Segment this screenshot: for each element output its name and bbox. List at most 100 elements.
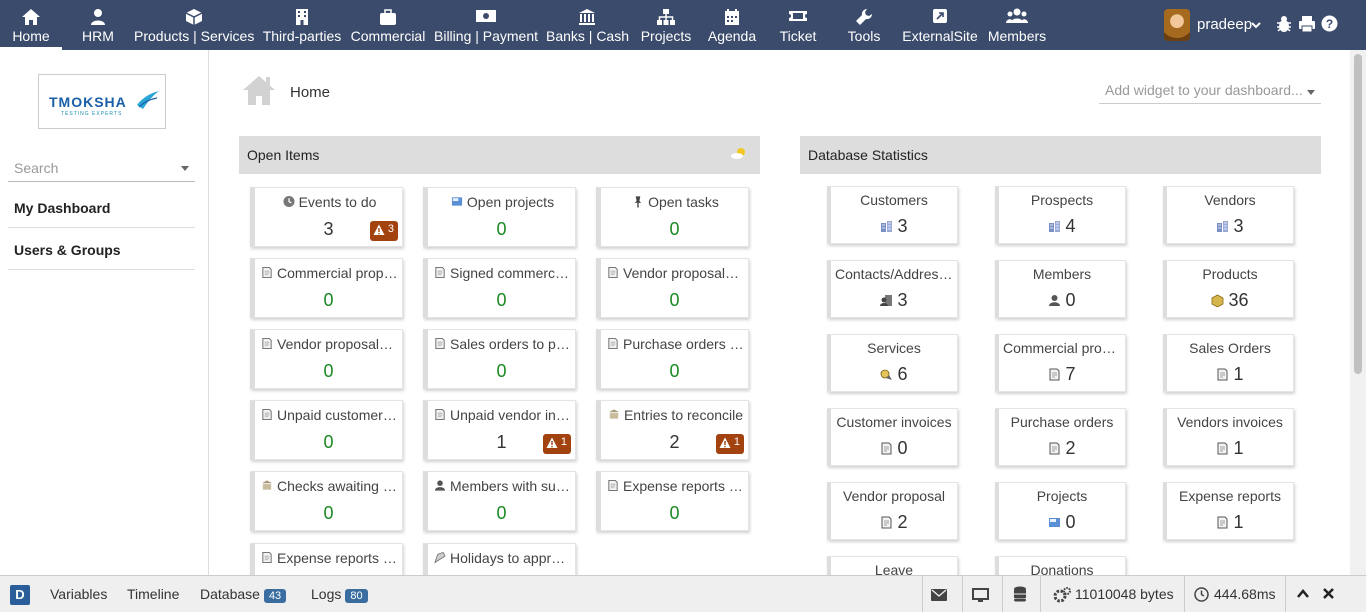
menu-third-parties[interactable]: Third-parties: [262, 0, 342, 50]
menu-billing-payment[interactable]: Billing | Payment: [434, 0, 538, 50]
box-value[interactable]: 0: [601, 219, 748, 240]
sidebar-item-my-dashboard[interactable]: My Dashboard: [8, 186, 195, 228]
menu-banks-cash[interactable]: Banks | Cash: [546, 0, 629, 50]
box-value[interactable]: 0: [255, 290, 402, 311]
box-label: Open tasks: [607, 194, 744, 210]
box-value[interactable]: 0: [428, 290, 575, 311]
warning-badge[interactable]: 1: [542, 434, 571, 454]
menu-tools[interactable]: Tools: [842, 0, 886, 50]
statistic-box[interactable]: Customer invoices 0: [827, 408, 958, 466]
debug-tab-timeline[interactable]: Timeline: [127, 586, 179, 602]
help-icon[interactable]: ?: [1321, 15, 1338, 32]
statistic-box[interactable]: Members 0: [995, 260, 1126, 318]
menu-label: Ticket: [779, 28, 817, 44]
menu-products-services[interactable]: Products | Services: [134, 0, 254, 50]
add-widget-select[interactable]: Add widget to your dashboard...: [1099, 80, 1321, 104]
open-item-box[interactable]: Events to do 3 3: [250, 187, 403, 247]
clock-icon: [1194, 587, 1209, 602]
box-value[interactable]: 0: [255, 432, 402, 453]
open-item-box[interactable]: Open projects 0: [423, 187, 576, 247]
divider: [1002, 576, 1003, 612]
svg-text:?: ?: [1326, 17, 1333, 31]
warning-badge[interactable]: 3: [369, 221, 398, 241]
open-item-box[interactable]: Sales orders to process 0: [423, 329, 576, 389]
open-item-box[interactable]: Vendor proposals to process 0: [596, 258, 749, 318]
box-value[interactable]: 0: [428, 503, 575, 524]
bug-icon[interactable]: [1276, 15, 1292, 33]
box-value[interactable]: 0: [255, 361, 402, 382]
doc-icon: [435, 337, 445, 350]
open-item-box[interactable]: Checks awaiting deposit 0: [250, 471, 403, 531]
logo-graphic: TMOKSHA TESTING EXPERTS: [49, 91, 159, 117]
open-item-box[interactable]: Signed commercial proposals to bill 0: [423, 258, 576, 318]
open-item-box[interactable]: Unpaid customer invoices 0: [250, 400, 403, 460]
menu-commercial[interactable]: Commercial: [350, 0, 426, 50]
debug-tab-variables[interactable]: Variables: [50, 586, 107, 602]
menu-ticket[interactable]: Ticket: [776, 0, 820, 50]
open-item-box[interactable]: Commercial proposals to be signed 0: [250, 258, 403, 318]
database-icon[interactable]: [1014, 586, 1026, 602]
statistic-box[interactable]: Purchase orders 2: [995, 408, 1126, 466]
scrollbar-thumb[interactable]: [1354, 54, 1362, 374]
box-value[interactable]: 0: [601, 290, 748, 311]
debug-tab-database[interactable]: Database 43: [200, 586, 287, 603]
box-value[interactable]: 0: [601, 503, 748, 524]
stat-label: Projects: [1036, 488, 1088, 504]
statistic-box[interactable]: Projects 0: [995, 482, 1126, 540]
statistic-box[interactable]: Vendors 3: [1163, 186, 1294, 244]
warning-icon: [719, 437, 731, 448]
box-value[interactable]: 0: [428, 219, 575, 240]
statistic-box[interactable]: Contacts/Addresses 3: [827, 260, 958, 318]
menu-label: Members: [987, 28, 1047, 44]
menu-home[interactable]: Home: [0, 0, 62, 50]
menu-projects[interactable]: Projects: [638, 0, 694, 50]
statistic-box[interactable]: Products 36: [1163, 260, 1294, 318]
invoice-icon: [1217, 442, 1228, 455]
statistic-box[interactable]: Customers 3: [827, 186, 958, 244]
open-item-box[interactable]: Vendor proposals to close 0: [250, 329, 403, 389]
box-value[interactable]: 0: [428, 361, 575, 382]
statistic-box[interactable]: Services 6: [827, 334, 958, 392]
chevron-up-icon[interactable]: [1297, 589, 1309, 598]
statistic-box[interactable]: Prospects 4: [995, 186, 1126, 244]
menu-label: Commercial: [350, 28, 426, 44]
stat-value: 0: [831, 438, 957, 459]
statistic-box[interactable]: Sales Orders 1: [1163, 334, 1294, 392]
wrench-icon: [856, 8, 873, 26]
search-input[interactable]: Search: [8, 154, 195, 182]
monitor-icon[interactable]: [972, 588, 989, 603]
stat-value: 7: [999, 364, 1125, 385]
page-scrollbar[interactable]: [1350, 50, 1366, 575]
open-item-box[interactable]: Entries to reconcile 2 1: [596, 400, 749, 460]
menu-externalsite[interactable]: ExternalSite: [900, 0, 980, 50]
box-label: Vendor proposals to close: [261, 336, 398, 352]
box-value[interactable]: 0: [255, 503, 402, 524]
open-item-box[interactable]: Members with subscription to renew 0: [423, 471, 576, 531]
company-logo[interactable]: TMOKSHA TESTING EXPERTS: [38, 74, 166, 129]
statistic-box[interactable]: Expense reports 1: [1163, 482, 1294, 540]
menu-agenda[interactable]: Agenda: [706, 0, 758, 50]
statistic-box[interactable]: Vendors invoices 1: [1163, 408, 1294, 466]
box-label: Unpaid customer invoices: [261, 407, 398, 423]
mail-icon[interactable]: [931, 589, 947, 601]
open-item-box[interactable]: Unpaid vendor invoices11: [423, 400, 576, 460]
stat-value: 2: [831, 512, 957, 533]
open-item-box[interactable]: Open tasks 0: [596, 187, 749, 247]
open-item-box[interactable]: Expense reports to approve 0: [596, 471, 749, 531]
warning-badge[interactable]: 1: [715, 434, 744, 454]
box-value[interactable]: 0: [601, 361, 748, 382]
menu-hrm[interactable]: HRM: [76, 0, 120, 50]
statistic-box[interactable]: Commercial proposals 7: [995, 334, 1126, 392]
debug-tab-logs[interactable]: Logs 80: [311, 586, 368, 603]
menu-members[interactable]: Members: [986, 0, 1048, 50]
sidebar-item-users-groups[interactable]: Users & Groups: [8, 228, 195, 270]
sidebar: TMOKSHA TESTING EXPERTS Search My Dashbo…: [0, 50, 209, 575]
print-icon[interactable]: [1298, 15, 1316, 33]
open-item-box[interactable]: Purchase orders to process 0: [596, 329, 749, 389]
box-label: Holidays to approve: [434, 550, 571, 566]
statistic-box[interactable]: Vendor proposal 2: [827, 482, 958, 540]
debugbar-logo[interactable]: D: [10, 585, 30, 605]
doc-icon: [262, 551, 272, 564]
stat-label: Sales Orders: [1189, 340, 1271, 356]
close-icon[interactable]: [1323, 588, 1334, 599]
